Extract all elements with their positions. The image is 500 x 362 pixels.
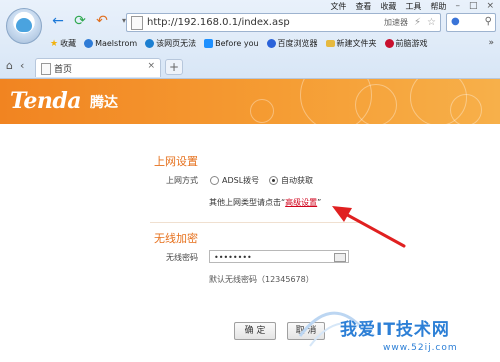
- tenda-banner: Tenda 腾达: [0, 79, 500, 124]
- fav-label: Before you: [215, 39, 259, 48]
- user-avatar[interactable]: [6, 8, 42, 44]
- ie-icon: [145, 39, 155, 48]
- star-icon: ★: [50, 38, 59, 49]
- dhcp-radio[interactable]: [269, 176, 278, 185]
- fav-label: 收藏: [60, 39, 77, 48]
- globe-icon: [84, 39, 94, 48]
- game-icon: [384, 39, 394, 48]
- tenda-logo: Tenda: [10, 88, 81, 114]
- url-text[interactable]: http://192.168.0.1/index.asp: [147, 17, 384, 28]
- internet-settings-title: 上网设置: [154, 155, 198, 168]
- fav-label: 新建文件夹: [336, 39, 377, 48]
- fav-label: 百度浏览器: [277, 39, 318, 48]
- baidu-paw-icon: ●: [451, 16, 460, 27]
- folder-icon: [325, 40, 335, 47]
- menu-file[interactable]: 文件: [330, 1, 346, 12]
- close-window-button[interactable]: ×: [486, 1, 494, 12]
- advanced-hint: 其他上网类型请点击“高级设置”: [209, 197, 321, 208]
- lightning-icon[interactable]: ⚡︎: [414, 17, 421, 28]
- favorites-more-icon[interactable]: »: [488, 38, 494, 48]
- dhcp-radio-option[interactable]: 自动获取: [269, 175, 313, 186]
- tab-label: 首页: [54, 65, 73, 75]
- tab-bar: ⌂ ‹ 首页 × +: [0, 56, 500, 78]
- hint-suffix: ”: [317, 198, 322, 207]
- annotation-arrow-icon: [332, 206, 406, 248]
- adsl-radio-option[interactable]: ADSL拨号: [210, 175, 259, 186]
- section-divider: [150, 222, 360, 223]
- menu-help[interactable]: 帮助: [430, 1, 446, 12]
- fav-item-new-folder[interactable]: 新建文件夹: [325, 38, 377, 49]
- decor-bubble: [250, 99, 274, 123]
- wireless-password-input[interactable]: ••••••••: [209, 250, 349, 263]
- minimize-button[interactable]: –: [455, 1, 460, 12]
- address-bar[interactable]: http://192.168.0.1/index.asp 加速器 ⚡︎ ☆: [126, 13, 441, 32]
- decor-bubble: [450, 94, 482, 124]
- wireless-encryption-title: 无线加密: [154, 232, 198, 245]
- undo-icon[interactable]: ↶: [94, 14, 110, 28]
- windows-icon: [204, 39, 214, 48]
- new-tab-button[interactable]: +: [165, 59, 183, 75]
- password-value: ••••••••: [214, 253, 252, 262]
- baidu-icon: [266, 39, 276, 48]
- browser-chrome: 文件 查看 收藏 工具 帮助 – □ × ← ⟳ ↶ ▾ http://192.…: [0, 0, 500, 79]
- fav-item-error-page[interactable]: 该网页无法: [145, 38, 196, 49]
- watermark-url: www.52ij.com: [383, 343, 458, 353]
- search-icon[interactable]: ⚲: [485, 16, 492, 27]
- adsl-label: ADSL拨号: [222, 176, 260, 185]
- fav-item-game[interactable]: 前脑游戏: [384, 38, 428, 49]
- favorites-bar: ★ 收藏 Maelstrom 该网页无法 Before you 百度浏览器 新建…: [50, 38, 428, 49]
- fav-item-before-you[interactable]: Before you: [204, 39, 259, 48]
- connection-type-label: 上网方式: [166, 176, 198, 185]
- accelerator-label[interactable]: 加速器: [384, 17, 408, 28]
- menu-view[interactable]: 查看: [355, 1, 371, 12]
- advanced-settings-link[interactable]: 高级设置: [285, 198, 317, 207]
- tenda-logo-cn: 腾达: [90, 95, 118, 111]
- fav-item-maelstrom[interactable]: Maelstrom: [84, 39, 137, 48]
- fav-label: Maelstrom: [95, 39, 138, 48]
- keyboard-icon[interactable]: [334, 253, 346, 262]
- maximize-button[interactable]: □: [469, 1, 478, 12]
- dhcp-label: 自动获取: [281, 176, 313, 185]
- cancel-button[interactable]: 取 消: [287, 322, 325, 340]
- nav-buttons: ← ⟳ ↶ ▾: [50, 14, 132, 28]
- page-icon: [131, 15, 143, 30]
- adsl-radio[interactable]: [210, 176, 219, 185]
- close-tab-icon[interactable]: ×: [147, 61, 155, 71]
- menu-tools[interactable]: 工具: [405, 1, 421, 12]
- fav-label: 该网页无法: [156, 39, 197, 48]
- default-password-note: 默认无线密码（12345678）: [209, 275, 314, 284]
- page-icon: [41, 63, 51, 75]
- avatar-icon: [16, 18, 32, 32]
- home-icon[interactable]: ⌂: [6, 59, 13, 72]
- menu-bar: 文件 查看 收藏 工具 帮助 – □ ×: [330, 1, 494, 12]
- back-arrow-icon[interactable]: ←: [50, 14, 66, 28]
- wireless-password-label: 无线密码: [166, 253, 198, 262]
- decor-bubble: [355, 84, 397, 124]
- tab-back-icon[interactable]: ‹: [20, 59, 24, 72]
- fav-item-collect[interactable]: ★ 收藏: [50, 38, 76, 49]
- fav-item-baidu-browser[interactable]: 百度浏览器: [266, 38, 318, 49]
- menu-favorites[interactable]: 收藏: [380, 1, 396, 12]
- search-box[interactable]: ● ⚲: [446, 13, 496, 32]
- tab-home[interactable]: 首页 ×: [35, 58, 161, 77]
- fav-label: 前脑游戏: [395, 39, 428, 48]
- ok-button[interactable]: 确 定: [234, 322, 276, 340]
- star-outline-icon[interactable]: ☆: [427, 17, 436, 28]
- refresh-icon[interactable]: ⟳: [72, 14, 88, 28]
- watermark-text: 我爱IT技术网: [340, 320, 450, 340]
- hint-prefix: 其他上网类型请点击“: [209, 198, 286, 207]
